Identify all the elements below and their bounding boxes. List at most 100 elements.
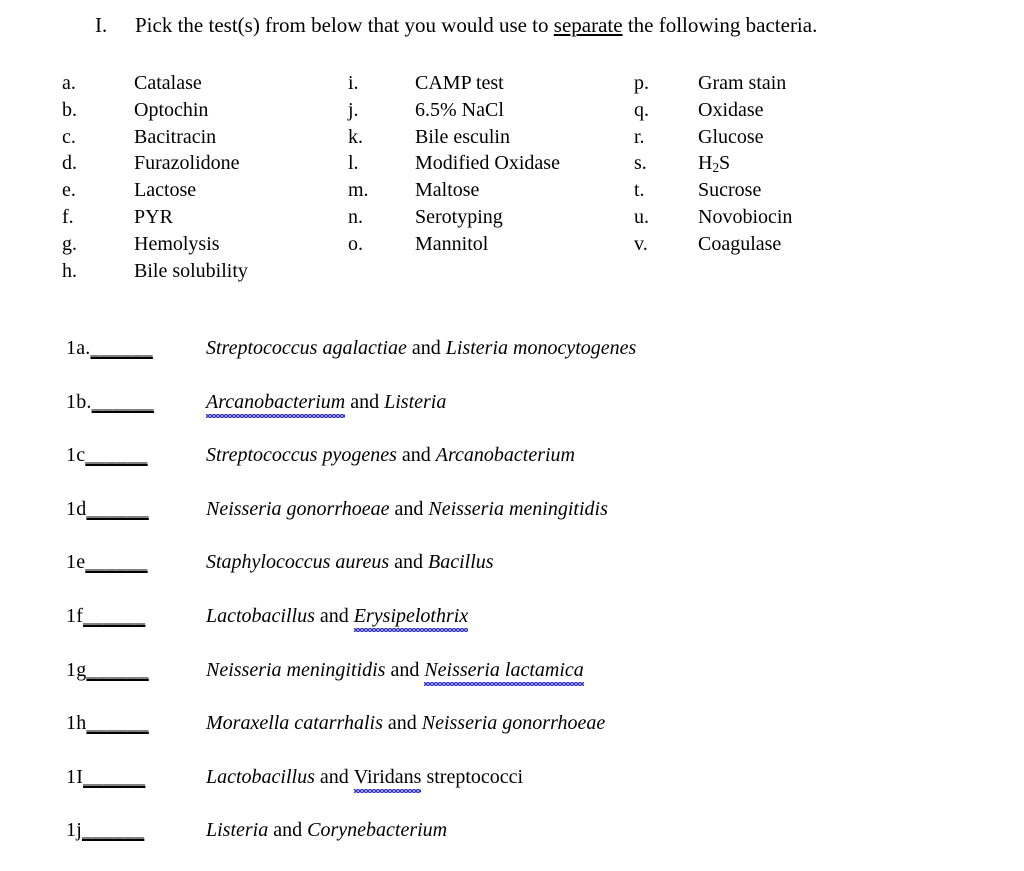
- question-item-row[interactable]: 1e______ Staphylococcus aureus and Bacill…: [0, 549, 1024, 603]
- question-item-number: 1h: [66, 712, 87, 735]
- test-option-row[interactable]: t. Sucrose: [634, 177, 792, 204]
- test-option-row[interactable]: a. Catalase: [62, 70, 248, 97]
- test-option-row[interactable]: b. Optochin: [62, 97, 248, 124]
- answer-blank[interactable]: ______: [86, 712, 148, 734]
- test-option-row[interactable]: n. Serotyping: [348, 204, 560, 231]
- test-option-row[interactable]: l. Modified Oxidase: [348, 150, 560, 177]
- question-item-text: Lactobacillus and Erysipelothrix: [206, 603, 469, 632]
- test-option-letter: e.: [62, 179, 76, 202]
- conjunction-and: and: [314, 604, 354, 627]
- answer-blank[interactable]: ______: [92, 391, 154, 413]
- answer-blank[interactable]: ______: [83, 605, 145, 627]
- question-item-key: 1e______: [66, 549, 206, 575]
- question-item-text: Staphylococcus aureus and Bacillus: [206, 549, 494, 575]
- organism-name: Viridans: [353, 766, 421, 793]
- test-option-letter: i.: [348, 72, 359, 94]
- test-column-1: a. Catalase b. Optochin c. Bacitracin d. Furazo…: [62, 70, 248, 284]
- organism-name: Neisseria lactamica: [424, 659, 585, 686]
- conjunction-and: and: [345, 390, 385, 413]
- test-option-label: Gram stain: [698, 72, 787, 94]
- test-option-label: Oxidase: [698, 98, 764, 121]
- answer-blank[interactable]: ______: [86, 659, 148, 681]
- conjunction-and: and: [389, 497, 429, 520]
- test-option-label: Bile esculin: [415, 125, 510, 148]
- test-option-row[interactable]: g. Hemolysis: [62, 231, 248, 258]
- question-items-list: 1a.______ Streptococcus agalactiae and Li…: [0, 335, 1024, 871]
- test-option-letter: a.: [62, 72, 76, 94]
- test-option-letter: f.: [62, 205, 74, 228]
- prompt-text-before: Pick the test(s) from below that you wou…: [135, 13, 554, 37]
- question-item-row[interactable]: 1f______ Lactobacillus and Erysipelothrix: [0, 603, 1024, 657]
- conjunction-and: and: [389, 551, 428, 574]
- test-option-row[interactable]: v. Coagulase: [634, 231, 792, 258]
- question-item-key: 1d______: [66, 496, 206, 522]
- question-item-row[interactable]: 1d______ Neisseria gonorrhoeae and Neisse…: [0, 496, 1024, 550]
- conjunction-and: and: [396, 444, 436, 467]
- question-item-row[interactable]: 1a.______ Streptococcus agalactiae and Li…: [0, 335, 1024, 389]
- question-item-row[interactable]: 1b.______ Arcanobacterium and Listeria: [0, 389, 1024, 443]
- question-item-text: Neisseria meningitidis and Neisseria lac…: [206, 657, 585, 686]
- question-item-key: 1a.______: [66, 335, 206, 361]
- conjunction-and: and: [385, 658, 425, 681]
- test-option-row[interactable]: k. Bile esculin: [348, 124, 560, 151]
- test-option-row[interactable]: c. Bacitracin: [62, 124, 248, 151]
- test-option-row[interactable]: r. Glucose: [634, 124, 792, 151]
- organism-name: Bacillus: [428, 551, 494, 574]
- question-item-row[interactable]: 1h______ Moraxella catarrhalis and Neisse…: [0, 710, 1024, 764]
- test-option-label: Lactose: [134, 179, 197, 202]
- organism-name: Staphylococcus aureus: [206, 551, 390, 574]
- test-column-3: p. Gram stain q. Oxidase r. Glucose s. H2S t. Suc…: [634, 70, 792, 258]
- question-item-key: 1f______: [66, 603, 206, 629]
- answer-blank[interactable]: ______: [82, 819, 144, 841]
- answer-blank[interactable]: ______: [85, 551, 147, 573]
- answer-blank[interactable]: ______: [90, 337, 152, 359]
- question-item-text: Listeria and Corynebacterium: [206, 817, 447, 843]
- question-item-text: Streptococcus agalactiae and Listeria mo…: [206, 335, 636, 361]
- test-option-letter: r.: [634, 125, 645, 148]
- test-option-letter: o.: [348, 232, 363, 255]
- organism-name: Erysipelothrix: [353, 605, 469, 632]
- test-option-row[interactable]: f. PYR: [62, 204, 248, 231]
- test-option-label: Mannitol: [415, 232, 489, 255]
- test-option-row[interactable]: d. Furazolidone: [62, 150, 248, 177]
- test-option-row[interactable]: i. CAMP test: [348, 70, 560, 97]
- test-option-row[interactable]: e. Lactose: [62, 177, 248, 204]
- test-option-label: Coagulase: [698, 232, 782, 255]
- test-option-row[interactable]: s. H2S: [634, 150, 792, 177]
- test-option-label: Modified Oxidase: [415, 152, 560, 175]
- test-option-row[interactable]: p. Gram stain: [634, 70, 792, 97]
- test-option-row[interactable]: q. Oxidase: [634, 97, 792, 124]
- test-option-letter: n.: [348, 205, 363, 228]
- question-item-row[interactable]: 1g______ Neisseria meningitidis and Neiss…: [0, 657, 1024, 711]
- organism-name: Corynebacterium: [307, 819, 448, 842]
- test-option-row[interactable]: h. Bile solubility: [62, 258, 248, 285]
- question-item-row[interactable]: 1c______ Streptococcus pyogenes and Arcan…: [0, 442, 1024, 496]
- test-option-row[interactable]: o. Mannitol: [348, 231, 560, 258]
- test-option-row[interactable]: u. Novobiocin: [634, 204, 792, 231]
- test-option-letter: c.: [62, 125, 76, 148]
- test-option-row[interactable]: m. Maltose: [348, 177, 560, 204]
- test-option-label: 6.5% NaCl: [415, 98, 504, 121]
- test-option-row[interactable]: j. 6.5% NaCl: [348, 97, 560, 124]
- test-option-label: Furazolidone: [134, 152, 240, 175]
- organism-name: Moraxella catarrhalis: [206, 712, 383, 735]
- test-option-letter: q.: [634, 98, 649, 121]
- conjunction-and: and: [406, 337, 446, 359]
- question-item-key: 1j______: [66, 817, 206, 843]
- test-option-letter: p.: [634, 72, 649, 94]
- question-item-key: 1c______: [66, 442, 206, 468]
- prompt-emphasis-separate: separate: [553, 13, 623, 37]
- answer-blank[interactable]: ______: [83, 766, 145, 788]
- organism-name: Lactobacillus: [206, 604, 315, 627]
- test-option-letter: k.: [348, 125, 363, 148]
- answer-blank[interactable]: ______: [85, 444, 147, 466]
- organism-name: Neisseria meningitidis: [206, 658, 386, 681]
- question-item-number: 1f: [66, 604, 84, 627]
- worksheet-page: I. Pick the test(s) from below that you …: [0, 0, 1024, 863]
- answer-blank[interactable]: ______: [86, 498, 148, 520]
- question-item-number: 1d: [66, 497, 87, 520]
- test-option-letter: b.: [62, 98, 77, 121]
- question-item-number: 1c: [66, 444, 86, 467]
- question-item-row[interactable]: 1I______ Lactobacillus and Viridans strep…: [0, 764, 1024, 818]
- organism-name: Lactobacillus: [206, 765, 315, 788]
